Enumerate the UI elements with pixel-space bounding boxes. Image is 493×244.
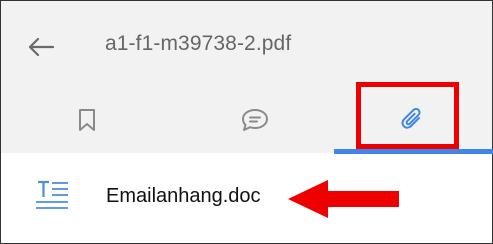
back-button[interactable]: [21, 27, 61, 67]
active-tab-indicator: [334, 149, 493, 154]
bookmark-icon: [79, 109, 95, 131]
red-arrow-annotation: [288, 180, 399, 218]
document-icon: [36, 180, 68, 209]
attachment-item[interactable]: Emailanhang.doc: [1, 157, 492, 242]
tab-comments[interactable]: [215, 97, 295, 143]
highlight-box: [356, 82, 459, 149]
comment-icon: [242, 109, 268, 131]
tab-bookmarks[interactable]: [47, 97, 127, 143]
document-title: a1-f1-m39738-2.pdf: [105, 32, 292, 55]
arrow-left-icon: [28, 37, 55, 57]
attachment-filename: Emailanhang.doc: [106, 185, 261, 207]
